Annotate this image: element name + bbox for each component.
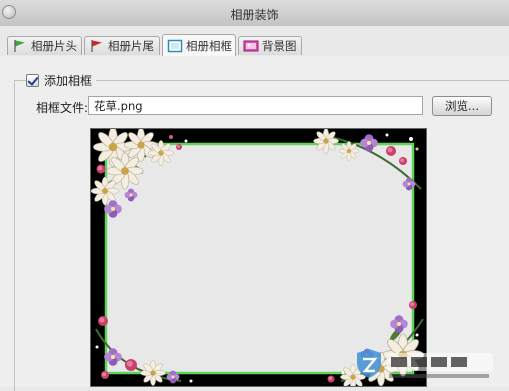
red-flag-icon bbox=[89, 39, 105, 53]
tab-label: 相册相框 bbox=[186, 38, 232, 53]
picture-icon bbox=[243, 39, 259, 53]
frame-icon bbox=[167, 39, 183, 53]
browse-button[interactable]: 浏览... bbox=[432, 96, 492, 116]
tab-background[interactable]: 背景图 bbox=[238, 36, 302, 55]
green-flag-icon bbox=[12, 39, 28, 53]
tab-frame[interactable]: 相册相框 bbox=[162, 34, 236, 56]
title-bar: 相册装饰 bbox=[0, 0, 509, 27]
tab-label: 相册片头 bbox=[31, 39, 77, 53]
add-frame-label: 添加相框 bbox=[44, 74, 93, 88]
tab-outro[interactable]: 相册片尾 bbox=[84, 36, 160, 55]
watermark-logo bbox=[357, 349, 493, 378]
tab-label: 相册片尾 bbox=[108, 39, 154, 53]
add-frame-checkbox[interactable] bbox=[26, 74, 39, 87]
tab-label: 背景图 bbox=[262, 39, 297, 53]
window-title: 相册装饰 bbox=[230, 8, 279, 22]
frame-file-field[interactable] bbox=[88, 96, 423, 115]
add-frame-row: 添加相框 bbox=[26, 72, 97, 89]
frame-file-label: 相框文件: bbox=[36, 101, 89, 115]
frame-panel: 添加相框 相框文件: 浏览... bbox=[0, 56, 509, 391]
tab-intro[interactable]: 相册片头 bbox=[7, 36, 82, 55]
tab-bar: 相册片头 相册片尾 相册相框 背景图 bbox=[0, 26, 509, 82]
